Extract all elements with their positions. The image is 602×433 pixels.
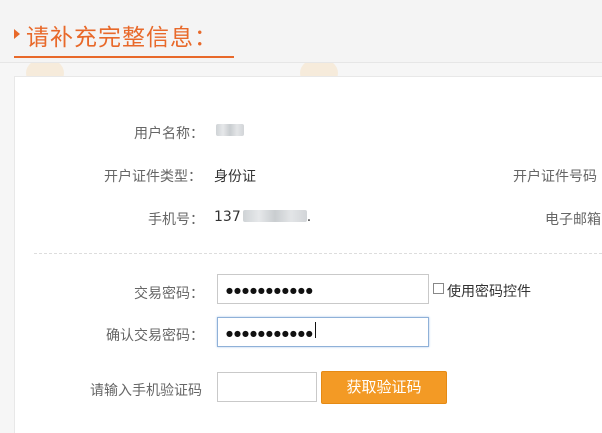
title-marker-icon <box>14 29 20 39</box>
confirm-password-label: 确认交易密码： <box>106 328 204 344</box>
username-redacted <box>216 124 244 136</box>
cert-no-label: 开户证件号码 <box>513 169 597 185</box>
phone-value: 137. <box>214 209 311 225</box>
page-header: 请补充完整信息： <box>0 0 602 63</box>
section-divider <box>34 253 602 254</box>
trade-password-dots: ●●●●●●●●●●● <box>226 286 314 295</box>
cert-type-value: 身份证 <box>214 169 256 185</box>
get-verification-code-button[interactable]: 获取验证码 <box>321 371 447 404</box>
cert-type-label: 开户证件类型： <box>104 169 202 185</box>
confirm-password-dots: ●●●●●●●●●●● <box>226 329 314 338</box>
page-title: 请补充完整信息： <box>26 25 218 51</box>
sms-code-label: 请输入手机验证码 <box>90 383 202 399</box>
phone-label: 手机号： <box>148 212 204 228</box>
phone-prefix: 137 <box>214 209 241 225</box>
username-label: 用户名称： <box>134 126 204 142</box>
email-label: 电子邮箱 <box>545 212 601 228</box>
use-password-control-checkbox[interactable] <box>433 283 444 294</box>
phone-suffix: . <box>306 209 312 225</box>
title-underline <box>14 56 234 58</box>
text-caret <box>314 322 316 338</box>
use-password-control-label[interactable]: 使用密码控件 <box>447 281 531 301</box>
phone-redacted <box>242 210 307 222</box>
trade-password-input[interactable]: ●●●●●●●●●●● <box>217 274 429 304</box>
sms-code-input[interactable] <box>217 372 317 402</box>
confirm-password-input[interactable]: ●●●●●●●●●●● <box>217 317 429 347</box>
trade-password-label: 交易密码： <box>134 286 204 302</box>
username-value <box>214 123 244 139</box>
